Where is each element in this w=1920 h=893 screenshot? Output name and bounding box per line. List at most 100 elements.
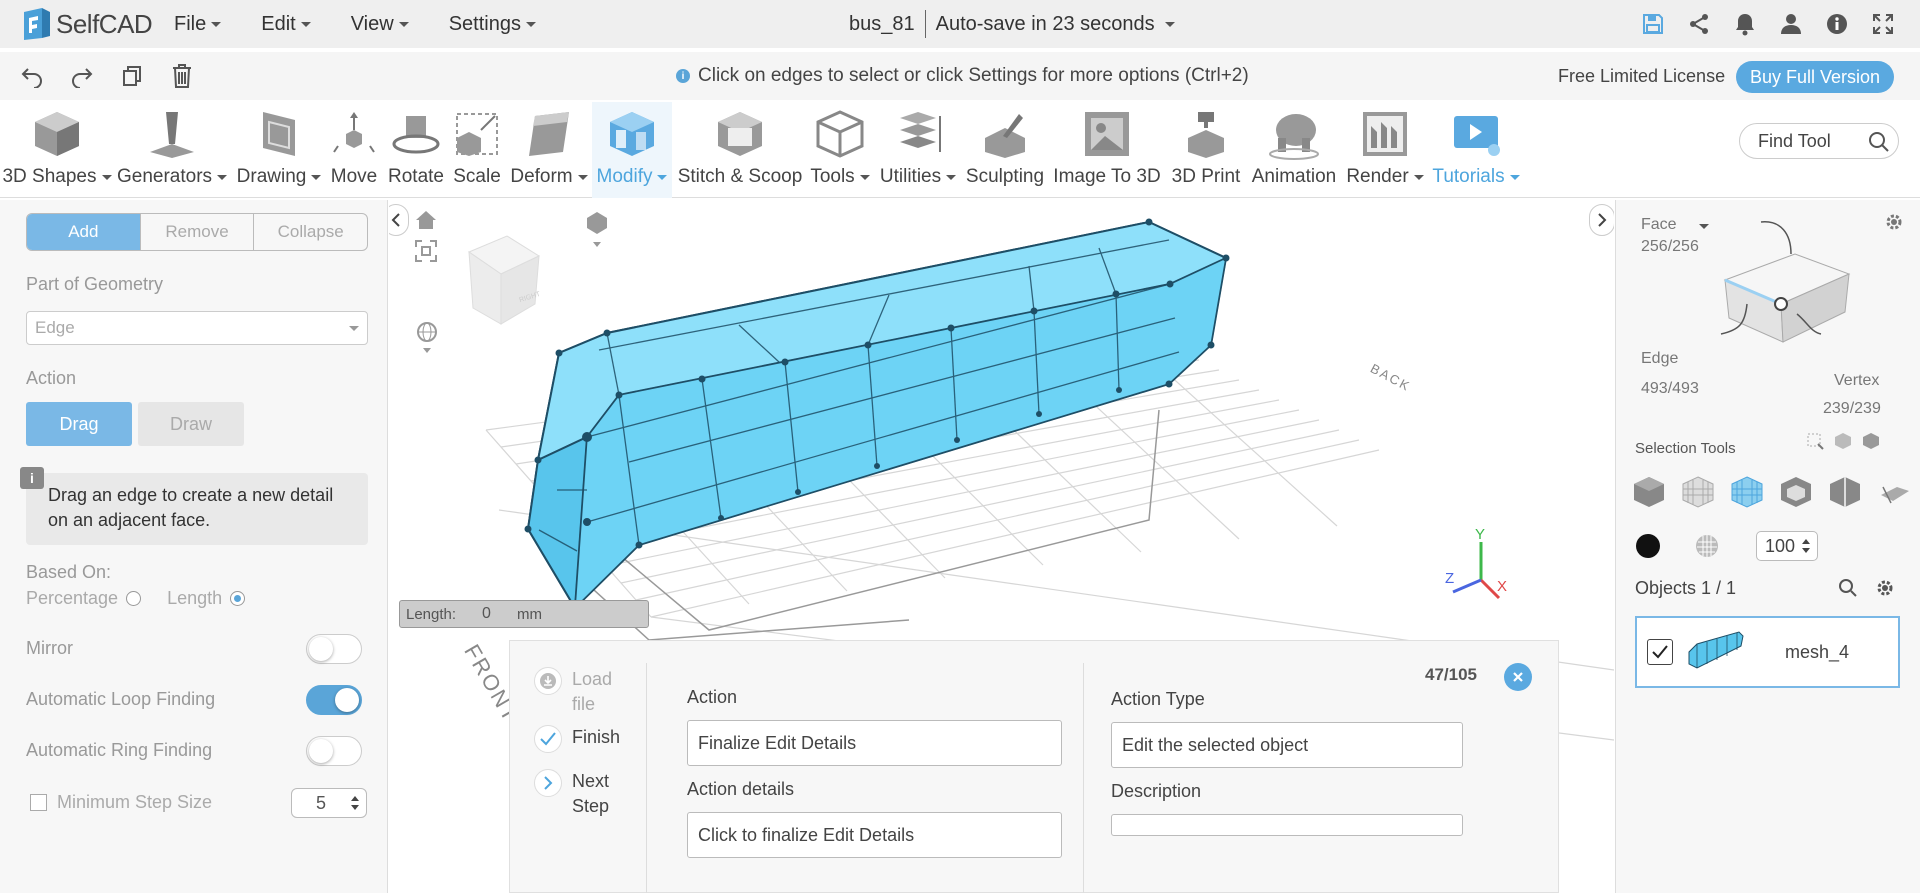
percentage-radio[interactable] bbox=[126, 591, 142, 606]
perspective-icon[interactable] bbox=[415, 322, 439, 361]
generator-icon bbox=[146, 102, 198, 166]
collapse-tab[interactable]: Collapse bbox=[254, 214, 367, 250]
trash-icon[interactable] bbox=[162, 56, 202, 96]
length-radio[interactable] bbox=[230, 591, 246, 606]
min-step-checkbox[interactable] bbox=[30, 794, 47, 811]
tool-scale[interactable]: Scale bbox=[450, 102, 504, 198]
tool-stitch-scoop[interactable]: Stitch & Scoop bbox=[676, 102, 804, 198]
collapse-right-panel-button[interactable] bbox=[1589, 204, 1614, 236]
color-swatch-icon[interactable] bbox=[1635, 533, 1661, 564]
select-cube-icon[interactable] bbox=[1834, 432, 1852, 455]
buy-full-version-button[interactable]: Buy Full Version bbox=[1736, 61, 1894, 93]
search-objects-icon[interactable] bbox=[1838, 578, 1858, 603]
cube-icon bbox=[31, 102, 83, 166]
info-icon[interactable] bbox=[1814, 0, 1860, 48]
undo-icon[interactable] bbox=[12, 56, 52, 96]
home-icon[interactable] bbox=[415, 210, 437, 235]
tool-utilities[interactable]: Utilities bbox=[876, 102, 960, 198]
rotate-icon bbox=[390, 102, 442, 166]
mesh-object[interactable] bbox=[524, 218, 1230, 612]
remove-tab[interactable]: Remove bbox=[141, 214, 255, 250]
auto-loop-toggle[interactable] bbox=[306, 685, 362, 715]
tool-tutorials[interactable]: Tutorials bbox=[1430, 102, 1522, 198]
step-load-file[interactable]: Load file bbox=[534, 667, 622, 717]
selection-type-dropdown[interactable]: Face bbox=[1641, 216, 1710, 234]
bell-icon[interactable] bbox=[1722, 0, 1768, 48]
min-step-stepper[interactable]: 5 bbox=[291, 788, 367, 818]
tool-move[interactable]: Move bbox=[326, 102, 382, 198]
share-icon[interactable] bbox=[1676, 0, 1722, 48]
draw-button[interactable]: Draw bbox=[138, 402, 244, 446]
mirror-toggle[interactable] bbox=[306, 634, 362, 664]
tool-rotate[interactable]: Rotate bbox=[384, 102, 448, 198]
tool-modify[interactable]: Modify bbox=[592, 102, 672, 198]
select-plane-icon[interactable] bbox=[1869, 472, 1918, 512]
tutorial-step-counter: 47/105 bbox=[1425, 665, 1477, 684]
step-next[interactable]: Next Step bbox=[534, 769, 622, 819]
tool-drawing[interactable]: Drawing bbox=[234, 102, 324, 198]
view-mode-icon[interactable] bbox=[585, 210, 609, 255]
menu-file[interactable]: File bbox=[174, 13, 222, 36]
axis-gizmo bbox=[1452, 542, 1501, 600]
tool-image-to-3d[interactable]: Image To 3D bbox=[1052, 102, 1162, 198]
info-box: i Drag an edge to create a new detail on… bbox=[20, 467, 368, 545]
stepper-arrows-icon[interactable] bbox=[350, 795, 360, 816]
render-icon bbox=[1359, 102, 1411, 166]
chevron-down-icon bbox=[101, 174, 112, 180]
select-edges-icon[interactable] bbox=[1771, 472, 1820, 512]
select-solid-icon[interactable] bbox=[1862, 432, 1880, 455]
search-icon[interactable] bbox=[1868, 131, 1890, 158]
step-finish[interactable]: Finish bbox=[534, 725, 620, 753]
add-tab[interactable]: Add bbox=[27, 214, 141, 250]
min-step-row: Minimum Step Size bbox=[30, 792, 212, 813]
redo-icon[interactable] bbox=[62, 56, 102, 96]
menu-view[interactable]: View bbox=[351, 13, 409, 36]
fullscreen-icon[interactable] bbox=[1860, 0, 1906, 48]
tool-3d-shapes[interactable]: 3D Shapes bbox=[0, 102, 114, 198]
main-toolbar: 3D Shapes Generators Drawing Move Rotate… bbox=[0, 102, 1920, 198]
tool-deform[interactable]: Deform bbox=[506, 102, 592, 198]
tool-sculpting[interactable]: Sculpting bbox=[964, 102, 1046, 198]
select-rect-icon[interactable] bbox=[1806, 432, 1824, 455]
stepper-arrows-icon[interactable] bbox=[1801, 538, 1811, 559]
action-details-field: Click to finalize Edit Details bbox=[687, 812, 1062, 858]
chevron-down-icon bbox=[859, 174, 870, 180]
drag-button[interactable]: Drag bbox=[26, 402, 132, 446]
collapse-left-panel-button[interactable] bbox=[389, 204, 409, 236]
copy-icon[interactable] bbox=[112, 56, 152, 96]
save-icon[interactable] bbox=[1630, 0, 1676, 48]
object-settings-gear-icon[interactable] bbox=[1875, 578, 1895, 603]
hint-bar: i Click on edges to select or click Sett… bbox=[676, 52, 1249, 100]
brush-size-input[interactable]: 100 bbox=[1756, 531, 1818, 561]
close-tutorial-button[interactable] bbox=[1504, 663, 1532, 691]
chevron-down-icon[interactable] bbox=[1164, 21, 1175, 27]
user-icon[interactable] bbox=[1768, 0, 1814, 48]
brush-sphere-icon[interactable] bbox=[1694, 533, 1720, 564]
select-half-icon[interactable] bbox=[1820, 472, 1869, 512]
select-wireframe-icon[interactable] bbox=[1673, 472, 1722, 512]
view-cube[interactable] bbox=[467, 235, 541, 325]
length-input[interactable]: Length: 0 mm bbox=[399, 600, 649, 628]
find-tool-input[interactable]: Find Tool bbox=[1739, 123, 1899, 159]
part-of-geometry-select[interactable]: Edge bbox=[26, 311, 368, 345]
menu-edit[interactable]: Edit bbox=[261, 13, 311, 36]
main-menu: File Edit View Settings bbox=[174, 13, 576, 36]
object-visibility-checkbox[interactable] bbox=[1647, 639, 1673, 665]
select-object-icon[interactable] bbox=[1624, 472, 1673, 512]
menu-settings[interactable]: Settings bbox=[449, 13, 536, 36]
select-faces-icon[interactable] bbox=[1722, 472, 1771, 512]
autosave-status[interactable]: Auto-save in 23 seconds bbox=[936, 13, 1155, 36]
app-logo[interactable]: SelfCAD bbox=[20, 6, 168, 42]
tool-3d-print[interactable]: 3D Print bbox=[1166, 102, 1246, 198]
mode-segmented-control: Add Remove Collapse bbox=[26, 213, 368, 251]
auto-loop-label: Automatic Loop Finding bbox=[26, 689, 216, 709]
tool-animation[interactable]: Animation bbox=[1248, 102, 1340, 198]
auto-ring-toggle[interactable] bbox=[306, 736, 362, 766]
face-label: Face bbox=[1641, 216, 1677, 233]
tool-render[interactable]: Render bbox=[1344, 102, 1426, 198]
tool-tools[interactable]: Tools bbox=[808, 102, 872, 198]
object-item-mesh[interactable]: mesh_4 bbox=[1635, 616, 1900, 688]
document-name[interactable]: bus_81 bbox=[849, 13, 915, 36]
tool-generators[interactable]: Generators bbox=[116, 102, 228, 198]
fit-view-icon[interactable] bbox=[415, 240, 437, 267]
